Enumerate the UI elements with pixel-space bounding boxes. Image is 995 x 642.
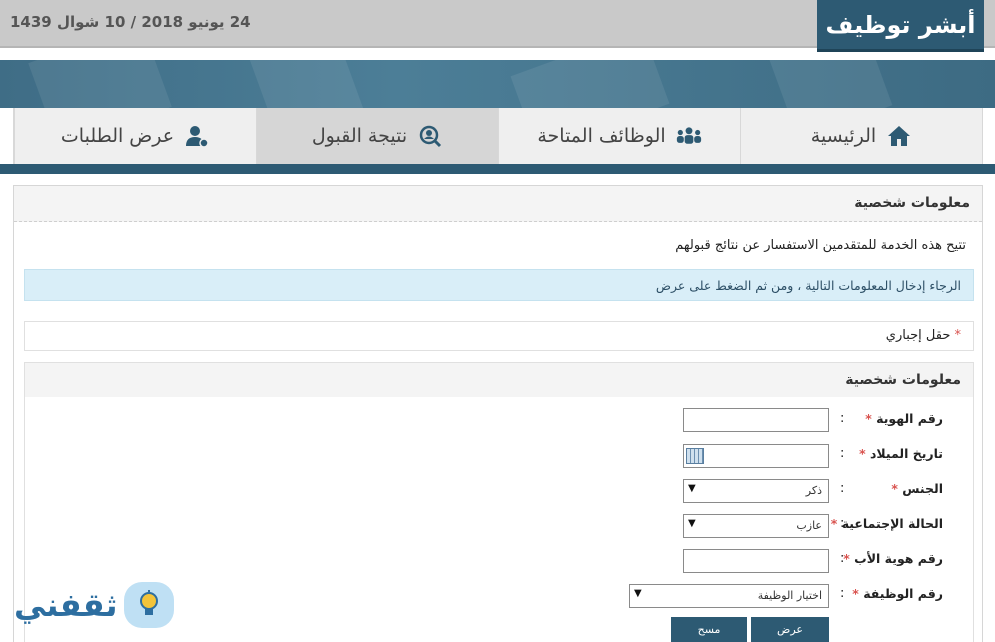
colon: : (840, 586, 845, 601)
birth-date-label-text: تاريخ الميلاد (869, 446, 943, 461)
nav-home[interactable]: الرئيسية (740, 108, 982, 164)
colon: : (840, 481, 845, 496)
father-id-label: رقم هوية الأب * (843, 551, 943, 566)
id-number-star: * (865, 411, 872, 426)
home-icon (886, 123, 912, 149)
gender-select[interactable]: ذكر ▼ (683, 479, 829, 503)
marital-status-star: * (830, 516, 838, 531)
marital-status-label-text: الحالة الإجتماعية (841, 516, 943, 531)
gender-label: الجنس * (891, 481, 943, 496)
people-icon (676, 123, 702, 149)
nav-divider (0, 164, 995, 174)
watermark-text: ثقفني (14, 586, 118, 624)
birth-date-label: تاريخ الميلاد * (859, 446, 943, 461)
gender-select-value: ذكر (805, 484, 822, 497)
nav-acceptance-result-label: نتيجة القبول (311, 125, 408, 147)
form-title: معلومات شخصية (25, 363, 973, 397)
id-number-input[interactable] (683, 408, 829, 432)
job-number-select-value: اختيار الوظيفة (757, 589, 822, 602)
watermark: ثقفني (14, 575, 214, 635)
dropdown-arrow-icon: ▼ (688, 483, 696, 494)
father-id-input[interactable] (683, 549, 829, 573)
id-number-label: رقم الهوية * (865, 411, 943, 426)
id-number-label-text: رقم الهوية (876, 411, 943, 426)
gender-label-text: الجنس (902, 481, 943, 496)
marital-status-label: الحالة الإجتماعية * (831, 516, 943, 531)
colon: : (840, 411, 845, 426)
birth-date-star: * (859, 446, 866, 461)
gender-star: * (891, 481, 898, 496)
job-number-star: * (852, 586, 859, 601)
clear-button[interactable]: مسح (671, 617, 747, 642)
nav-home-label: الرئيسية (810, 125, 877, 147)
info-alert: الرجاء إدخال المعلومات التالية ، ومن ثم … (24, 269, 974, 301)
nav-acceptance-result[interactable]: نتيجة القبول (256, 108, 498, 164)
required-note: * حقل إجباري (24, 321, 974, 351)
submit-button[interactable]: عرض (751, 617, 829, 642)
panel-title: معلومات شخصية (14, 186, 982, 222)
service-description: تتيح هذه الخدمة للمتقدمين الاستفسار عن ن… (675, 238, 966, 253)
dropdown-arrow-icon: ▼ (634, 588, 642, 599)
nav-available-jobs[interactable]: الوظائف المتاحة (498, 108, 740, 164)
dropdown-arrow-icon: ▼ (688, 518, 696, 529)
father-id-label-text: رقم هوية الأب (854, 551, 943, 566)
job-number-select[interactable]: اختيار الوظيفة ▼ (629, 584, 829, 608)
site-logo[interactable]: أبشر توظيف (817, 0, 984, 52)
nav-view-requests-label: عرض الطلبات (60, 125, 175, 147)
user-settings-icon (184, 123, 210, 149)
colon: : (840, 516, 845, 531)
colon: : (840, 446, 845, 461)
main-nav: الرئيسية الوظائف المتاحة نتيجة القبول عر… (13, 108, 983, 164)
nav-view-requests[interactable]: عرض الطلبات (14, 108, 256, 164)
required-note-text: حقل إجباري (885, 328, 951, 343)
nav-available-jobs-label: الوظائف المتاحة (537, 125, 666, 147)
logo-text: أبشر توظيف (825, 10, 976, 39)
calendar-icon[interactable] (686, 448, 704, 464)
header-date: 24 يونيو 2018 / 10 شوال 1439 (10, 13, 251, 31)
search-user-icon (417, 123, 443, 149)
marital-status-select-value: عازب (796, 519, 822, 532)
birth-date-input[interactable] (683, 444, 829, 468)
lightbulb-icon (123, 582, 174, 628)
header-banner (0, 60, 995, 108)
personal-info-panel: معلومات شخصية تتيح هذه الخدمة للمتقدمين … (13, 185, 983, 642)
required-star: * (954, 328, 962, 343)
job-number-label: رقم الوظيفة * (852, 586, 943, 601)
marital-status-select[interactable]: عازب ▼ (683, 514, 829, 538)
colon: : (840, 551, 845, 566)
top-bar: 24 يونيو 2018 / 10 شوال 1439 أبشر توظيف (0, 0, 995, 52)
job-number-label-text: رقم الوظيفة (863, 586, 943, 601)
